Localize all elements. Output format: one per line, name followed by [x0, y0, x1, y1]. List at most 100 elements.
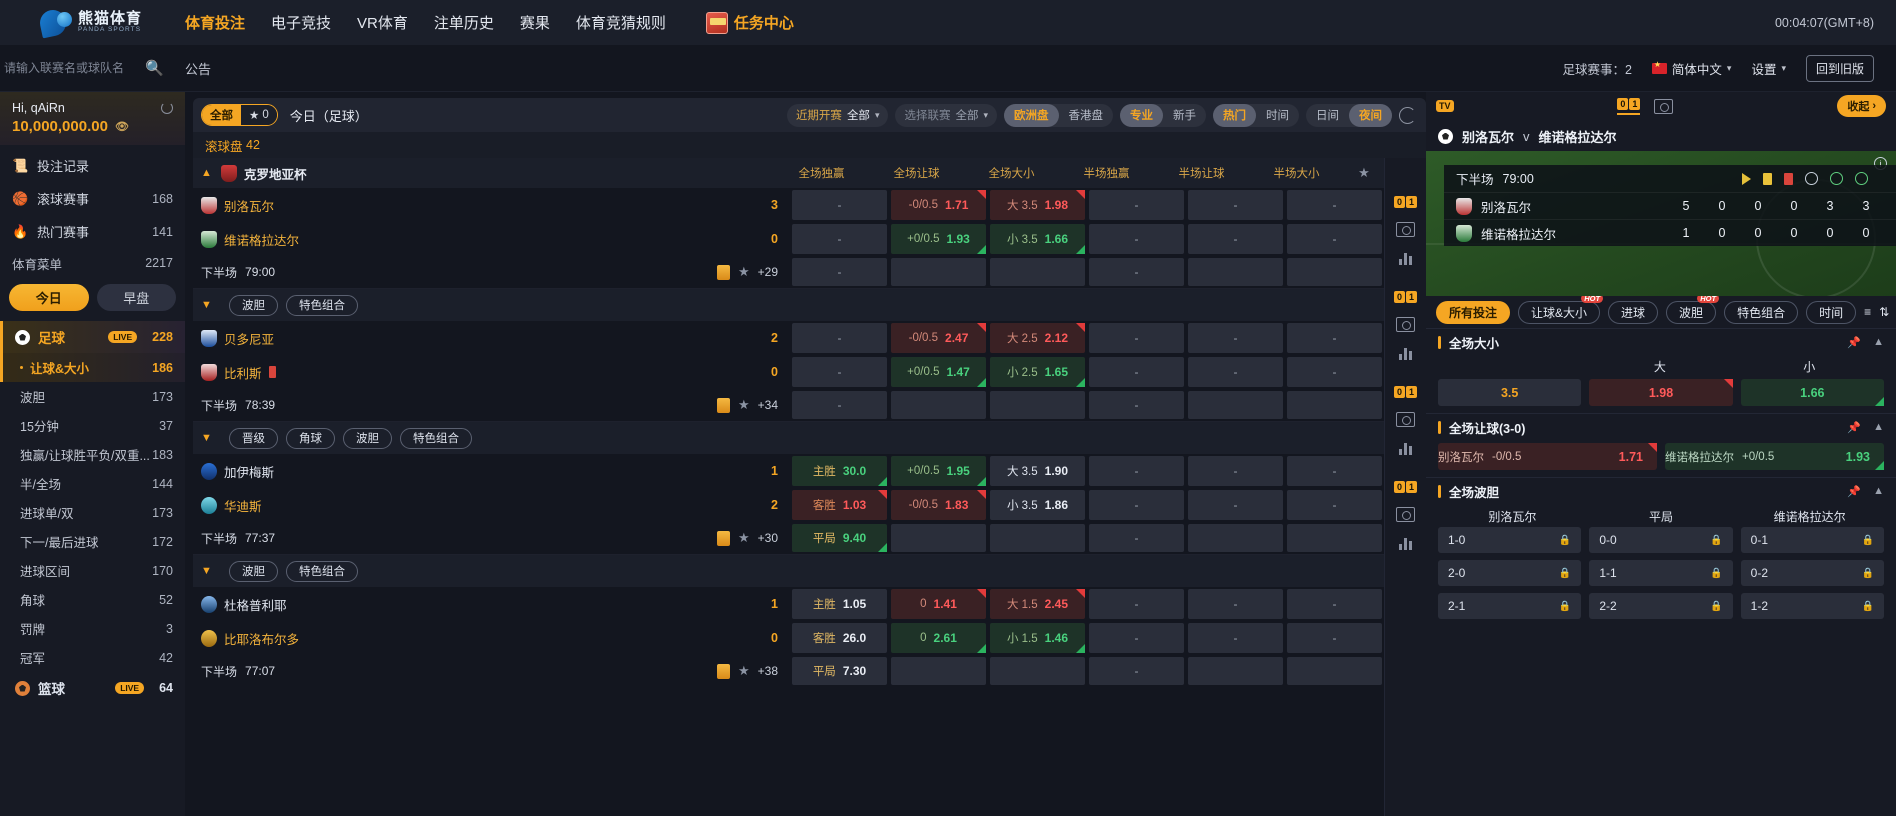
odds-cell[interactable]: 小 1.5 1.46 [990, 623, 1085, 653]
cs-cell[interactable]: 1-2 🔒 [1740, 593, 1884, 619]
cs-cell[interactable]: 2-1 🔒 [1438, 593, 1582, 619]
odds-cell[interactable]: - [792, 357, 887, 387]
ou-over-box[interactable]: 1.98 [1589, 379, 1733, 406]
odds-cell[interactable]: - [1287, 323, 1382, 353]
ou-line-box[interactable]: 3.5 [1438, 379, 1582, 406]
odds-cell[interactable]: - [1089, 323, 1184, 353]
sidebar-market-correct-score[interactable]: 波胆 173 [0, 382, 185, 411]
odds-cell[interactable] [891, 391, 986, 419]
statistics-icon[interactable] [1399, 346, 1412, 360]
nav-results[interactable]: 赛果 [520, 12, 550, 33]
odds-cell[interactable]: - [1089, 224, 1184, 254]
odds-cell[interactable]: - [1287, 190, 1382, 220]
cs-cell[interactable]: 0-0 🔒 [1589, 527, 1733, 553]
scoreboard-icon[interactable]: 01 [1393, 196, 1418, 208]
sort-hot[interactable]: 热门 [1213, 103, 1256, 127]
filter-favourites[interactable]: ★ 0 [241, 105, 277, 125]
sidebar-market-odd-even[interactable]: 进球单/双 173 [0, 498, 185, 527]
cashout-icon[interactable] [716, 530, 730, 546]
tv-icon[interactable]: TV [1436, 100, 1454, 112]
odds-cell[interactable] [1287, 258, 1382, 286]
tab-today[interactable]: 今日 [9, 284, 89, 311]
rtab-handicap-ou[interactable]: 让球&大小 HOT [1518, 296, 1604, 324]
odds-type-euro[interactable]: 欧洲盘 [1004, 103, 1059, 127]
sidebar-sport-football[interactable]: 足球 LIVE 228 [0, 321, 185, 353]
handicap-home-box[interactable]: 别洛瓦尔 -0/0.5 1.71 [1438, 443, 1657, 470]
odds-cell[interactable]: - [1089, 490, 1184, 520]
cashout-icon[interactable] [716, 663, 730, 679]
odds-cell[interactable]: - [1089, 391, 1184, 419]
rtab-goals[interactable]: 进球 [1608, 300, 1659, 324]
more-markets-count[interactable]: +29 [758, 265, 778, 279]
video-stream-icon[interactable] [1396, 317, 1415, 332]
more-markets-count[interactable]: +38 [758, 664, 778, 678]
odds-cell[interactable]: 大 3.5 1.90 [990, 456, 1085, 486]
odds-cell[interactable]: 平局 7.30 [792, 657, 887, 685]
odds-type-hk[interactable]: 香港盘 [1059, 104, 1114, 127]
video-stream-icon[interactable] [1396, 412, 1415, 427]
odds-cell[interactable]: - [1089, 589, 1184, 619]
cs-cell[interactable]: 0-2 🔒 [1740, 560, 1884, 586]
favourite-star-icon[interactable]: ★ [738, 397, 750, 413]
collapse-all-icon[interactable]: ≡ [1864, 305, 1871, 319]
rtab-time[interactable]: 时间 [1806, 300, 1857, 324]
odds-cell[interactable]: 客胜 26.0 [792, 623, 887, 653]
video-stream-icon[interactable] [1396, 507, 1415, 522]
sidebar-item-hot-events[interactable]: 🔥 热门赛事 141 [0, 215, 185, 248]
odds-cell[interactable]: - [1089, 190, 1184, 220]
odds-cell[interactable]: - [1287, 456, 1382, 486]
odds-cell[interactable]: 大 1.5 2.45 [990, 589, 1085, 619]
odds-cell[interactable] [990, 657, 1085, 685]
nav-vr-sports[interactable]: VR体育 [357, 12, 408, 33]
nav-bet-history[interactable]: 注单历史 [434, 12, 494, 33]
odds-cell[interactable]: - [1188, 589, 1283, 619]
odds-cell[interactable]: 小 3.5 1.66 [990, 224, 1085, 254]
odds-cell[interactable]: - [1188, 357, 1283, 387]
odds-cell[interactable]: 0 2.61 [891, 623, 986, 653]
tag-corners[interactable]: 角球 [286, 427, 335, 449]
tag-specials[interactable]: 特色组合 [286, 560, 358, 582]
odds-cell[interactable]: - [792, 190, 887, 220]
sidebar-market-corners[interactable]: 角球 52 [0, 585, 185, 614]
sidebar-item-live-events[interactable]: 🏀 滚球赛事 168 [0, 182, 185, 215]
tab-early[interactable]: 早盘 [96, 284, 176, 311]
rtab-all-bets[interactable]: 所有投注 [1436, 300, 1511, 324]
odds-cell[interactable]: - [1287, 224, 1382, 254]
odds-cell[interactable] [1188, 391, 1283, 419]
odds-cell[interactable]: 大 2.5 2.12 [990, 323, 1085, 353]
odds-cell[interactable]: - [792, 323, 887, 353]
statistics-icon[interactable] [1399, 536, 1412, 550]
odds-cell[interactable]: 主胜 1.05 [792, 589, 887, 619]
odds-cell[interactable]: 小 2.5 1.65 [990, 357, 1085, 387]
odds-cell[interactable]: - [792, 258, 887, 286]
sidebar-sport-basketball[interactable]: 篮球 LIVE 64 [0, 672, 185, 704]
sidebar-market-next-last-goal[interactable]: 下一/最后进球 172 [0, 527, 185, 556]
statistics-icon[interactable] [1399, 251, 1412, 265]
odds-cell[interactable] [891, 657, 986, 685]
odds-cell[interactable] [990, 524, 1085, 552]
nav-sports-betting[interactable]: 体育投注 [185, 12, 245, 33]
favourite-star-icon[interactable]: ★ [738, 663, 750, 679]
pin-icon[interactable]: 📌 [1847, 421, 1861, 434]
odds-cell[interactable]: - [1188, 190, 1283, 220]
chevron-down-icon[interactable]: ▼ [201, 565, 221, 577]
search-box[interactable]: 🔍 [0, 59, 185, 77]
odds-cell[interactable] [1287, 657, 1382, 685]
favourite-star-icon[interactable]: ★ [738, 530, 750, 546]
nav-rules[interactable]: 体育竞猜规则 [576, 12, 666, 33]
odds-cell[interactable] [990, 258, 1085, 286]
filter-all-label[interactable]: 全部 [202, 105, 241, 125]
cs-cell[interactable]: 1-0 🔒 [1438, 527, 1582, 553]
cs-cell[interactable]: 2-2 🔒 [1589, 593, 1733, 619]
nav-mission-center[interactable]: 任务中心 [705, 11, 794, 34]
ou-under-box[interactable]: 1.66 [1740, 379, 1884, 406]
odds-cell[interactable]: - [1089, 456, 1184, 486]
odds-cell[interactable]: +0/0.5 1.47 [891, 357, 986, 387]
odds-cell[interactable]: -0/0.5 2.47 [891, 323, 986, 353]
odds-cell[interactable]: - [1287, 490, 1382, 520]
brand-logo[interactable]: 熊猫体育 PANDA SPORTS [0, 7, 185, 38]
odds-cell[interactable]: 客胜 1.03 [792, 490, 887, 520]
cs-cell[interactable]: 0-1 🔒 [1740, 527, 1884, 553]
odds-cell[interactable]: - [1089, 258, 1184, 286]
tag-specials[interactable]: 特色组合 [400, 427, 472, 449]
